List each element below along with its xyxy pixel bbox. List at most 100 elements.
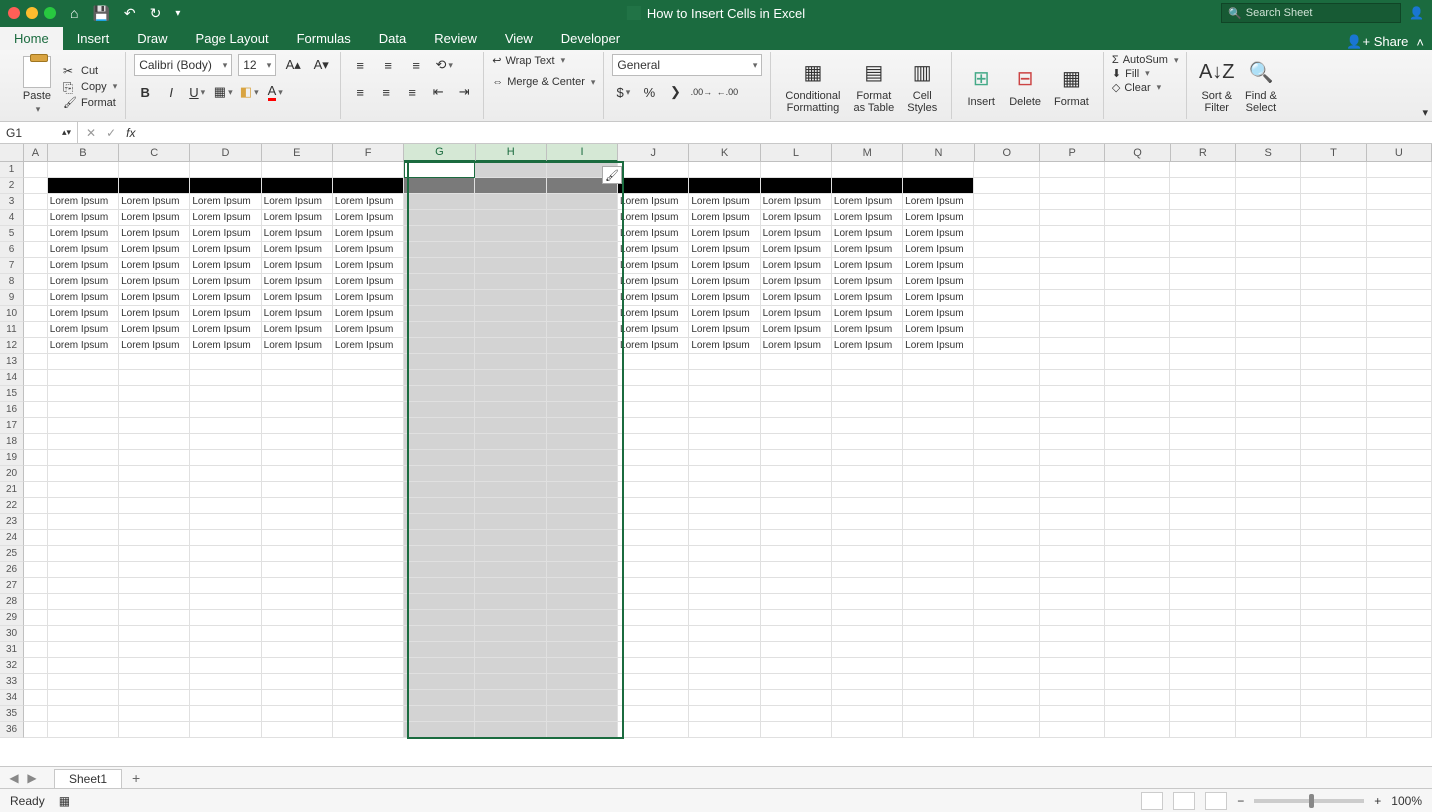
cell-C2[interactable] <box>119 178 190 194</box>
cell-T26[interactable] <box>1301 562 1366 578</box>
row-header-9[interactable]: 9 <box>0 290 24 306</box>
cell-D29[interactable] <box>190 610 261 626</box>
cell-S36[interactable] <box>1236 722 1301 738</box>
cell-K32[interactable] <box>689 658 760 674</box>
cell-U1[interactable] <box>1367 162 1432 178</box>
cell-R10[interactable] <box>1170 306 1235 322</box>
cell-H23[interactable] <box>475 514 546 530</box>
cell-S4[interactable] <box>1236 210 1301 226</box>
cell-P24[interactable] <box>1040 530 1105 546</box>
cell-H13[interactable] <box>475 354 546 370</box>
cell-I34[interactable] <box>547 690 618 706</box>
cell-A21[interactable] <box>24 482 48 498</box>
delete-cells-button[interactable]: ⊟Delete <box>1003 54 1047 117</box>
cell-U21[interactable] <box>1367 482 1432 498</box>
row-header-7[interactable]: 7 <box>0 258 24 274</box>
column-header-O[interactable]: O <box>975 144 1040 162</box>
cell-P29[interactable] <box>1040 610 1105 626</box>
cell-J21[interactable] <box>618 482 689 498</box>
cell-L4[interactable]: Lorem Ipsum <box>761 210 832 226</box>
cell-G21[interactable] <box>404 482 475 498</box>
cell-F28[interactable] <box>333 594 404 610</box>
ribbon-collapse-icon[interactable]: ˄ <box>1416 35 1424 50</box>
cell-D7[interactable]: Lorem Ipsum <box>190 258 261 274</box>
cell-A24[interactable] <box>24 530 48 546</box>
cell-S18[interactable] <box>1236 434 1301 450</box>
cell-I27[interactable] <box>547 578 618 594</box>
cell-J22[interactable] <box>618 498 689 514</box>
cell-M23[interactable] <box>832 514 903 530</box>
cell-H32[interactable] <box>475 658 546 674</box>
cell-A3[interactable] <box>24 194 48 210</box>
cell-U5[interactable] <box>1367 226 1432 242</box>
fill-button[interactable]: ⬇ Fill▾ <box>1112 67 1179 80</box>
cell-G16[interactable] <box>404 402 475 418</box>
cell-O13[interactable] <box>974 354 1039 370</box>
cell-F10[interactable]: Lorem Ipsum <box>333 306 404 322</box>
cell-U2[interactable] <box>1367 178 1432 194</box>
cell-C3[interactable]: Lorem Ipsum <box>119 194 190 210</box>
cell-P15[interactable] <box>1040 386 1105 402</box>
cell-D9[interactable]: Lorem Ipsum <box>190 290 261 306</box>
cell-B35[interactable] <box>48 706 119 722</box>
cell-Q36[interactable] <box>1105 722 1170 738</box>
select-all-corner[interactable] <box>0 144 24 162</box>
cell-E11[interactable]: Lorem Ipsum <box>262 322 333 338</box>
cell-I26[interactable] <box>547 562 618 578</box>
cell-R23[interactable] <box>1170 514 1235 530</box>
cell-D34[interactable] <box>190 690 261 706</box>
cell-I23[interactable] <box>547 514 618 530</box>
cell-P3[interactable] <box>1040 194 1105 210</box>
cell-U33[interactable] <box>1367 674 1432 690</box>
cell-B16[interactable] <box>48 402 119 418</box>
cell-N4[interactable]: Lorem Ipsum <box>903 210 974 226</box>
cell-K12[interactable]: Lorem Ipsum <box>689 338 760 354</box>
save-icon[interactable]: 💾 <box>92 5 109 22</box>
cell-I4[interactable] <box>547 210 618 226</box>
cell-N24[interactable] <box>903 530 974 546</box>
cell-F19[interactable] <box>333 450 404 466</box>
cell-A22[interactable] <box>24 498 48 514</box>
cell-R15[interactable] <box>1170 386 1235 402</box>
cell-I18[interactable] <box>547 434 618 450</box>
cell-Q21[interactable] <box>1105 482 1170 498</box>
cell-N21[interactable] <box>903 482 974 498</box>
font-size-select[interactable]: 12▾ <box>238 54 276 76</box>
cell-M35[interactable] <box>832 706 903 722</box>
cell-K20[interactable] <box>689 466 760 482</box>
column-header-H[interactable]: H <box>476 144 547 162</box>
zoom-out-icon[interactable]: − <box>1237 794 1244 808</box>
cell-C19[interactable] <box>119 450 190 466</box>
cell-P8[interactable] <box>1040 274 1105 290</box>
cell-J8[interactable]: Lorem Ipsum <box>618 274 689 290</box>
cell-H20[interactable] <box>475 466 546 482</box>
cell-M15[interactable] <box>832 386 903 402</box>
cell-Q15[interactable] <box>1105 386 1170 402</box>
cell-J15[interactable] <box>618 386 689 402</box>
cell-S13[interactable] <box>1236 354 1301 370</box>
cell-G11[interactable] <box>404 322 475 338</box>
cell-A1[interactable] <box>24 162 48 178</box>
cell-I9[interactable] <box>547 290 618 306</box>
cell-F4[interactable]: Lorem Ipsum <box>333 210 404 226</box>
cell-O30[interactable] <box>974 626 1039 642</box>
cell-M6[interactable]: Lorem Ipsum <box>832 242 903 258</box>
cell-T6[interactable] <box>1301 242 1366 258</box>
cell-F24[interactable] <box>333 530 404 546</box>
cell-D5[interactable]: Lorem Ipsum <box>190 226 261 242</box>
tab-page-layout[interactable]: Page Layout <box>182 27 283 50</box>
cell-L7[interactable]: Lorem Ipsum <box>761 258 832 274</box>
cell-J18[interactable] <box>618 434 689 450</box>
cell-S29[interactable] <box>1236 610 1301 626</box>
cell-G5[interactable] <box>404 226 475 242</box>
cell-B20[interactable] <box>48 466 119 482</box>
cell-S15[interactable] <box>1236 386 1301 402</box>
cell-F29[interactable] <box>333 610 404 626</box>
cell-Q6[interactable] <box>1105 242 1170 258</box>
cell-U29[interactable] <box>1367 610 1432 626</box>
cell-P16[interactable] <box>1040 402 1105 418</box>
cell-O36[interactable] <box>974 722 1039 738</box>
cell-A19[interactable] <box>24 450 48 466</box>
cell-H21[interactable] <box>475 482 546 498</box>
cell-A9[interactable] <box>24 290 48 306</box>
